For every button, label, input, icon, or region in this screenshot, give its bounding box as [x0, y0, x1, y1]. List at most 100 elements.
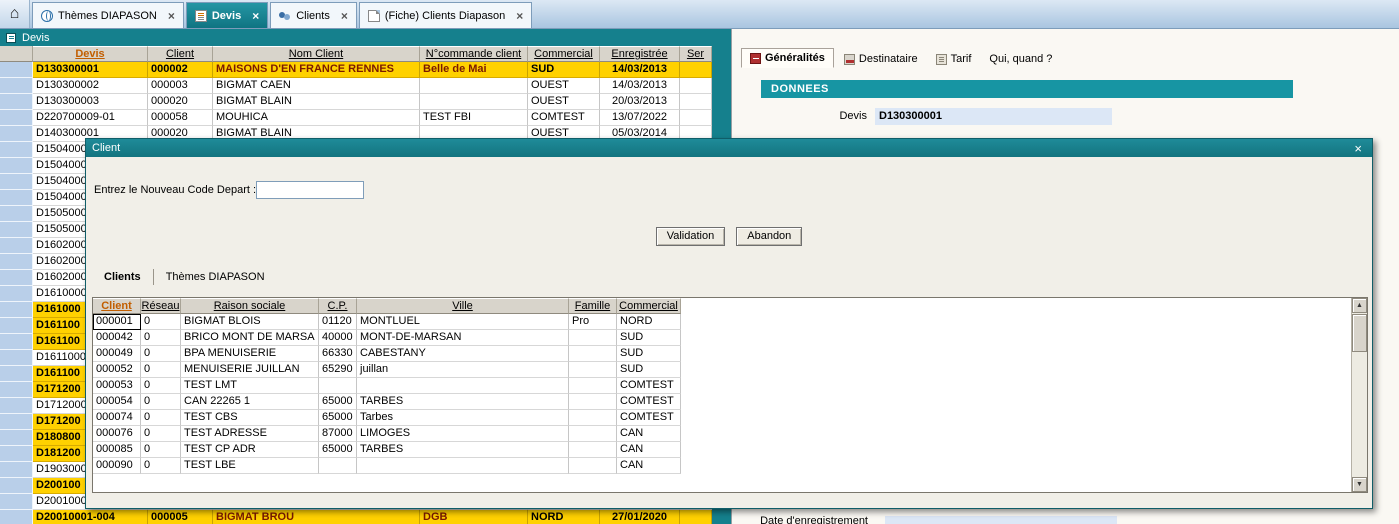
tab-clients-list[interactable]: Clients	[94, 269, 151, 285]
column-header-reseau[interactable]: Réseau	[141, 298, 181, 314]
table-row[interactable]: D220700009-01000058MOUHICATEST FBICOMTES…	[0, 110, 712, 126]
grid-cell: 000042	[93, 330, 141, 346]
column-header-client[interactable]: Client	[148, 46, 213, 62]
row-selector[interactable]	[0, 270, 33, 286]
abandon-button[interactable]: Abandon	[736, 227, 802, 246]
tab-themes-diapason-list[interactable]: Thèmes DIAPASON	[156, 269, 275, 285]
column-header-ser[interactable]: Ser	[680, 46, 712, 62]
grid-cell: 0	[141, 378, 181, 394]
scrollbar-thumb[interactable]	[1352, 314, 1367, 352]
table-row[interactable]: 0000740TEST CBS65000TarbesCOMTEST	[93, 410, 1367, 426]
table-row[interactable]: 0000760TEST ADRESSE87000LIMOGESCAN	[93, 426, 1367, 442]
tab-destinataire[interactable]: Destinataire	[836, 50, 926, 68]
devis-panel-icon	[6, 33, 16, 43]
table-row[interactable]: 0000900TEST LBECAN	[93, 458, 1367, 474]
grid-cell: MONTLUEL	[357, 314, 569, 330]
row-selector[interactable]	[0, 318, 33, 334]
column-header-commercial[interactable]: Commercial	[528, 46, 600, 62]
table-row[interactable]: D130300001000002MAISONS D'EN FRANCE RENN…	[0, 62, 712, 78]
row-selector[interactable]	[0, 350, 33, 366]
row-selector[interactable]	[0, 238, 33, 254]
row-selector[interactable]	[0, 366, 33, 382]
grid-cell: 01120	[319, 314, 357, 330]
row-selector[interactable]	[0, 334, 33, 350]
tab-clients[interactable]: Clients ×	[270, 2, 357, 28]
row-selector[interactable]	[0, 382, 33, 398]
column-header-cp[interactable]: C.P.	[319, 298, 357, 314]
column-header-commercial[interactable]: Commercial	[617, 298, 681, 314]
tab-label: Destinataire	[859, 53, 918, 65]
column-header-raison-sociale[interactable]: Raison sociale	[181, 298, 319, 314]
table-row[interactable]: D130300003000020BIGMAT BLAINOUEST20/03/2…	[0, 94, 712, 110]
scroll-down-icon[interactable]: ▼	[1352, 477, 1367, 492]
grid-cell: COMTEST	[528, 110, 600, 126]
row-selector[interactable]	[0, 62, 33, 78]
row-selector[interactable]	[0, 494, 33, 510]
table-row[interactable]: 0000540CAN 22265 165000TARBESCOMTEST	[93, 394, 1367, 410]
scroll-up-icon[interactable]: ▲	[1352, 298, 1367, 313]
grid-cell	[569, 426, 617, 442]
close-icon[interactable]: ×	[341, 9, 348, 23]
devis-field-value[interactable]: D130300001	[875, 108, 1112, 125]
home-button[interactable]: ⌂	[0, 0, 30, 28]
row-selector[interactable]	[0, 286, 33, 302]
row-selector[interactable]	[0, 398, 33, 414]
close-icon[interactable]: ×	[252, 9, 259, 23]
tab-fiche-clients-diapason[interactable]: (Fiche) Clients Diapason ×	[359, 2, 532, 28]
tab-themes-diapason[interactable]: Thèmes DIAPASON ×	[32, 2, 184, 28]
table-row[interactable]: 0000490BPA MENUISERIE66330CABESTANYSUD	[93, 346, 1367, 362]
row-selector[interactable]	[0, 462, 33, 478]
column-header-nom-client[interactable]: Nom Client	[213, 46, 420, 62]
column-header-devis[interactable]: Devis	[33, 46, 148, 62]
column-header-enregistree[interactable]: Enregistrée	[600, 46, 680, 62]
table-row[interactable]: 0000420BRICO MONT DE MARSA40000MONT-DE-M…	[93, 330, 1367, 346]
grid-cell: 000002	[148, 62, 213, 78]
tab-tarif[interactable]: Tarif	[928, 50, 980, 68]
new-code-input[interactable]	[256, 181, 364, 199]
row-selector[interactable]	[0, 510, 33, 524]
row-selector[interactable]	[0, 446, 33, 462]
row-selector[interactable]	[0, 94, 33, 110]
row-selector[interactable]	[0, 222, 33, 238]
tab-qui-quand[interactable]: Qui, quand ?	[981, 50, 1060, 68]
grid-cell: TARBES	[357, 442, 569, 458]
row-selector[interactable]	[0, 174, 33, 190]
row-selector[interactable]	[0, 142, 33, 158]
column-header-famille[interactable]: Famille	[569, 298, 617, 314]
column-header-client[interactable]: Client	[93, 298, 141, 314]
close-icon[interactable]: ×	[1350, 142, 1366, 155]
table-row[interactable]: 0000530TEST LMTCOMTEST	[93, 378, 1367, 394]
grid-cell: TEST LBE	[181, 458, 319, 474]
tab-generalites[interactable]: Généralités	[741, 48, 834, 68]
grid-cell	[569, 330, 617, 346]
row-selector[interactable]	[0, 78, 33, 94]
row-selector[interactable]	[0, 190, 33, 206]
row-selector[interactable]	[0, 302, 33, 318]
table-row[interactable]: 0000520MENUISERIE JUILLAN65290juillanSUD	[93, 362, 1367, 378]
tab-devis[interactable]: Devis ×	[186, 2, 268, 28]
row-selector[interactable]	[0, 110, 33, 126]
table-row[interactable]: D130300002000003BIGMAT CAENOUEST14/03/20…	[0, 78, 712, 94]
table-row[interactable]: 0000010BIGMAT BLOIS01120MONTLUELProNORD	[93, 314, 1367, 330]
grid-cell: TARBES	[357, 394, 569, 410]
table-row[interactable]: 0000850TEST CP ADR65000TARBESCAN	[93, 442, 1367, 458]
column-header-ville[interactable]: Ville	[357, 298, 569, 314]
validation-button[interactable]: Validation	[656, 227, 726, 246]
close-icon[interactable]: ×	[168, 9, 175, 23]
row-selector[interactable]	[0, 414, 33, 430]
vertical-scrollbar[interactable]: ▲ ▼	[1351, 298, 1367, 492]
row-selector[interactable]	[0, 478, 33, 494]
column-header-commande[interactable]: N°commande client	[420, 46, 528, 62]
row-selector[interactable]	[0, 126, 33, 142]
date-field-value[interactable]	[885, 516, 1117, 524]
grid-cell: MAISONS D'EN FRANCE RENNES	[213, 62, 420, 78]
table-row[interactable]: D20010001-004000005BIGMAT BROUDGBNORD27/…	[0, 510, 712, 524]
row-selector[interactable]	[0, 254, 33, 270]
grid-cell	[319, 458, 357, 474]
row-selector[interactable]	[0, 206, 33, 222]
row-selector[interactable]	[0, 158, 33, 174]
close-icon[interactable]: ×	[516, 9, 523, 23]
grid-cell: DGB	[420, 510, 528, 524]
grid-cell: CAN	[617, 458, 681, 474]
row-selector[interactable]	[0, 430, 33, 446]
